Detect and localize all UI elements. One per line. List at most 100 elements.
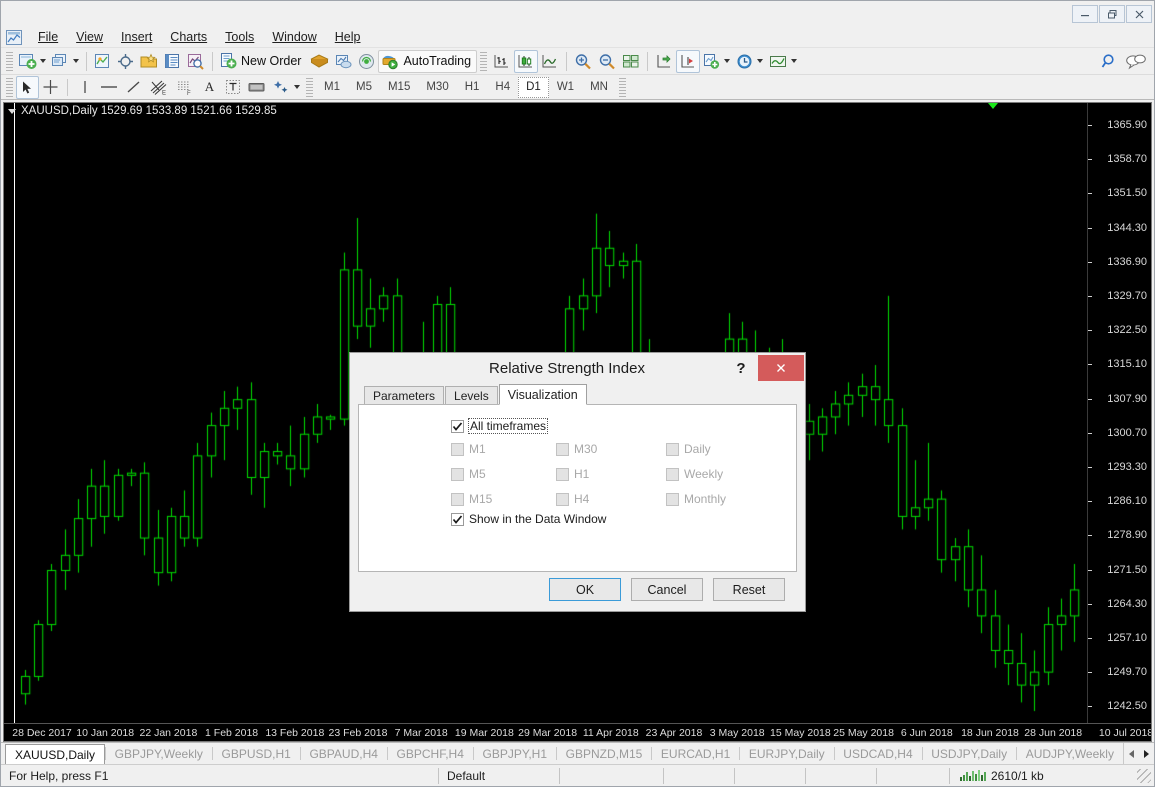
chart-tab-gbpnzd-m15[interactable]: GBPNZD,M15	[557, 743, 652, 764]
timeframe-row-m1[interactable]: M1	[451, 442, 556, 456]
shapes-button[interactable]	[270, 76, 303, 99]
checkbox-h1[interactable]	[556, 467, 569, 481]
periods-dropdown-caret[interactable]	[757, 59, 764, 63]
chart-tab-audjpy-weekly[interactable]: AUDJPY,Weekly	[1017, 743, 1123, 764]
chart-collapse-icon[interactable]	[8, 108, 16, 114]
checkbox-daily[interactable]	[666, 442, 679, 456]
trendline-button[interactable]	[122, 76, 146, 99]
text-button[interactable]: A	[198, 76, 221, 99]
help-button[interactable]: ?	[728, 360, 754, 377]
horizontal-line-button[interactable]	[96, 76, 122, 99]
button-object-button[interactable]	[244, 76, 270, 99]
menu-tools[interactable]: Tools	[216, 28, 263, 46]
timeframe-m5[interactable]: M5	[348, 77, 380, 98]
metaeditor-button[interactable]	[307, 50, 332, 73]
status-profile[interactable]: Default	[439, 765, 559, 787]
zoom-out-button[interactable]	[595, 50, 619, 73]
dialog-close-button[interactable]	[758, 355, 804, 381]
tools-grip[interactable]	[6, 77, 13, 97]
menu-insert[interactable]: Insert	[112, 28, 161, 46]
profiles-dropdown-caret[interactable]	[73, 59, 79, 63]
templates-dropdown-caret[interactable]	[791, 59, 798, 63]
chat-button[interactable]	[1122, 50, 1150, 73]
indicators-button[interactable]	[700, 50, 733, 73]
checkbox-h4[interactable]	[556, 492, 569, 506]
checkbox-weekly[interactable]	[666, 467, 679, 481]
checkbox-m5[interactable]	[451, 467, 464, 481]
reset-button[interactable]: Reset	[713, 578, 785, 601]
zoom-in-button[interactable]	[571, 50, 595, 73]
timeframe-row-monthly[interactable]: Monthly	[666, 492, 796, 506]
chart-tab-gbpjpy-weekly[interactable]: GBPJPY,Weekly	[106, 743, 212, 764]
timeframe-row-m30[interactable]: M30	[556, 442, 666, 456]
chart-tab-scroll-left[interactable]	[1124, 744, 1139, 764]
tile-windows-button[interactable]	[619, 50, 643, 73]
timeframe-w1[interactable]: W1	[549, 77, 582, 98]
resize-grip[interactable]	[1137, 768, 1151, 783]
checkbox-m1[interactable]	[451, 442, 464, 456]
timeframe-row-m15[interactable]: M15	[451, 492, 556, 506]
chart-tab-eurcad-h1[interactable]: EURCAD,H1	[652, 743, 739, 764]
chart-tab-scroll-right[interactable]	[1139, 744, 1154, 764]
chart-tab-usdjpy-daily[interactable]: USDJPY,Daily	[922, 743, 1016, 764]
timeframe-m30[interactable]: M30	[418, 77, 456, 98]
shapes-dropdown-caret[interactable]	[294, 85, 300, 89]
autotrading-button[interactable]: AutoTrading	[378, 49, 478, 73]
chart-tab-gbpaud-h4[interactable]: GBPAUD,H4	[300, 743, 386, 764]
crosshair-tool-button[interactable]	[39, 76, 62, 99]
periods-button[interactable]	[733, 50, 766, 73]
timeframe-d1[interactable]: D1	[518, 76, 549, 98]
timeframe-row-weekly[interactable]: Weekly	[666, 467, 796, 481]
timeframe-grip-end[interactable]	[618, 77, 626, 97]
new-chart-button[interactable]	[16, 50, 49, 73]
checkbox-m30[interactable]	[556, 442, 569, 456]
menu-view[interactable]: View	[67, 28, 112, 46]
minimize-button[interactable]	[1072, 5, 1098, 23]
chart-shift-button[interactable]	[652, 50, 676, 73]
line-chart-button[interactable]	[538, 50, 562, 73]
all-timeframes-row[interactable]: All timeframes	[451, 418, 796, 434]
menu-file[interactable]: File	[29, 28, 67, 46]
chart-tab-usdcad-h4[interactable]: USDCAD,H4	[834, 743, 921, 764]
new-chart-dropdown-caret[interactable]	[40, 59, 46, 63]
signals-button[interactable]	[355, 50, 378, 73]
terminal-button[interactable]	[161, 50, 184, 73]
chart-tab-gbpchf-h4[interactable]: GBPCHF,H4	[388, 743, 473, 764]
timeframe-row-daily[interactable]: Daily	[666, 442, 796, 456]
tab-parameters[interactable]: Parameters	[364, 386, 445, 404]
maximize-button[interactable]	[1099, 5, 1125, 23]
auto-scroll-button[interactable]	[676, 49, 701, 73]
checkbox-monthly[interactable]	[666, 492, 679, 506]
timeframe-row-h1[interactable]: H1	[556, 467, 666, 481]
market-watch-button[interactable]	[91, 50, 114, 73]
chart-tab-xauusd-daily[interactable]: XAUUSD,Daily	[5, 744, 106, 764]
tab-visualization[interactable]: Visualization	[498, 384, 587, 405]
timeframe-mn[interactable]: MN	[582, 77, 616, 98]
price-axis[interactable]: 1365.90 1358.70 1351.50 1344.30 1336.90 1329.…	[1087, 103, 1151, 741]
show-data-window-checkbox[interactable]	[451, 512, 464, 526]
data-window-button[interactable]	[137, 50, 161, 73]
bar-chart-button[interactable]	[490, 50, 514, 73]
menu-charts[interactable]: Charts	[161, 28, 216, 46]
all-timeframes-checkbox[interactable]	[451, 419, 464, 433]
time-axis[interactable]: 28 Dec 2017 10 Jan 2018 22 Jan 2018 1 Feb 2…	[4, 723, 1151, 741]
cursor-tool-button[interactable]	[16, 75, 39, 99]
new-order-button[interactable]: New Order	[217, 50, 307, 73]
timeframe-h1[interactable]: H1	[457, 77, 488, 98]
chart-tab-gbpusd-h1[interactable]: GBPUSD,H1	[213, 743, 300, 764]
search-button[interactable]	[1098, 50, 1122, 73]
text-label-button[interactable]	[221, 76, 244, 99]
menu-window[interactable]: Window	[263, 28, 325, 46]
timeframe-grip[interactable]	[306, 77, 313, 97]
show-data-window-row[interactable]: Show in the Data Window	[451, 512, 796, 526]
chart-tab-gbpjpy-h1[interactable]: GBPJPY,H1	[474, 743, 556, 764]
cancel-button[interactable]: Cancel	[631, 578, 703, 601]
tab-levels[interactable]: Levels	[445, 386, 498, 404]
fibonacci-button[interactable]: F	[172, 76, 198, 99]
chart-tab-eurjpy-daily[interactable]: EURJPY,Daily	[740, 743, 834, 764]
templates-button[interactable]	[766, 50, 800, 73]
checkbox-m15[interactable]	[451, 492, 464, 506]
vertical-line-button[interactable]	[73, 76, 96, 99]
menu-help[interactable]: Help	[326, 28, 370, 46]
expert-advisors-button[interactable]	[332, 50, 355, 73]
